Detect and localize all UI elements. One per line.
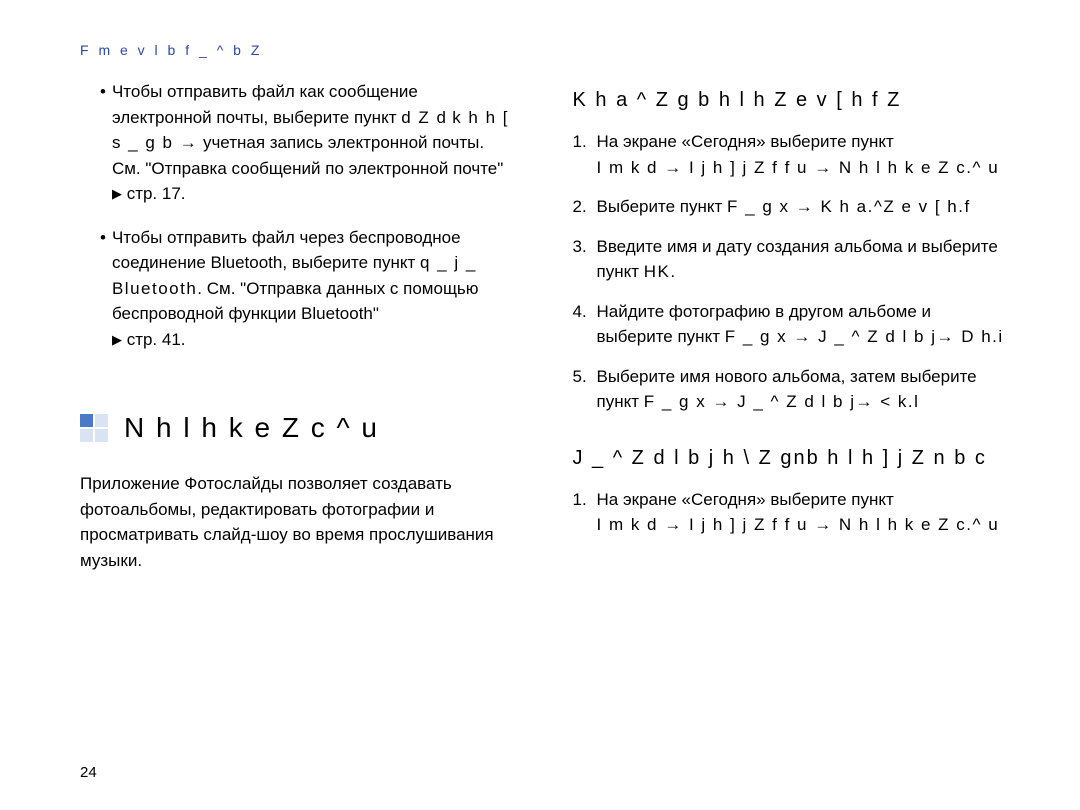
page-number: 24 — [80, 762, 97, 785]
b-step-1: 1. На экране «Сегодня» выберите пункт I … — [573, 487, 1011, 538]
code-text: I m k d → I j h ] j Z f f u → N h l h k … — [597, 158, 1000, 177]
triangle-icon: ▶ — [112, 184, 122, 204]
step-number: 1. — [573, 487, 597, 538]
content-columns: • Чтобы отправить файл как сообщение эле… — [80, 79, 1010, 581]
code-text: HK. — [644, 262, 677, 281]
step-number: 3. — [573, 234, 597, 285]
text: Чтобы отправить файл через беспроводное … — [112, 228, 461, 273]
text: На экране «Сегодня» выберите пункт — [597, 132, 894, 151]
page-ref: стр. 41. — [127, 330, 186, 349]
bullet-bluetooth-text: Чтобы отправить файл через беспроводное … — [112, 225, 518, 353]
step-text: Выберите имя нового альбома, затем выбер… — [597, 364, 1011, 415]
code-text: F _ g x → J _ ^ Z d l b j→ < k.l — [644, 392, 920, 411]
step-3: 3. Введите имя и дату создания альбома и… — [573, 234, 1011, 285]
left-column: • Чтобы отправить файл как сообщение эле… — [80, 79, 518, 581]
bullet-icon: • — [100, 225, 106, 353]
code-text: F _ g x → K h a.^Z e v [ h.f — [727, 197, 971, 216]
code-text: I m k d → I j h ] j Z f f u → N h l h k … — [597, 515, 1000, 534]
triangle-icon: ▶ — [112, 330, 122, 350]
code-text: d Z d — [401, 108, 447, 127]
right-column: K h a ^ Z g b h l h Z e v [ h f Z 1. На … — [573, 79, 1011, 581]
step-text: Введите имя и дату создания альбома и вы… — [597, 234, 1011, 285]
step-number: 4. — [573, 299, 597, 350]
section-header: N h l h k e Z c ^ u — [80, 407, 518, 449]
bullet-email-text: Чтобы отправить файл как сообщение элект… — [112, 79, 518, 207]
step-1: 1. На экране «Сегодня» выберите пункт I … — [573, 129, 1011, 180]
step-4: 4. Найдите фотографию в другом альбоме и… — [573, 299, 1011, 350]
subheading-create: K h a ^ Z g b h l h Z e v [ h f Z — [573, 85, 1011, 115]
grid-icon — [80, 414, 108, 442]
step-number: 2. — [573, 194, 597, 220]
step-text: Найдите фотографию в другом альбоме и вы… — [597, 299, 1011, 350]
bullet-email: • Чтобы отправить файл как сообщение эле… — [80, 79, 518, 207]
page-header: F m e v l b f _ ^ b Z — [80, 40, 1010, 61]
code-text: F _ g x → J _ ^ Z d l b j→ D h.i — [725, 327, 1004, 346]
step-number: 5. — [573, 364, 597, 415]
text: На экране «Сегодня» выберите пункт — [597, 490, 894, 509]
text: Чтобы отправить файл как сообщение элект… — [112, 82, 418, 127]
section-title: N h l h k e Z c ^ u — [124, 407, 379, 449]
bullet-icon: • — [100, 79, 106, 207]
step-5: 5. Выберите имя нового альбома, затем вы… — [573, 364, 1011, 415]
page-ref: стр. 17. — [127, 184, 186, 203]
step-text: Выберите пункт F _ g x → K h a.^Z e v [ … — [597, 194, 1011, 220]
step-number: 1. — [573, 129, 597, 180]
step-2: 2. Выберите пункт F _ g x → K h a.^Z e v… — [573, 194, 1011, 220]
subheading-edit: J _ ^ Z d l b j h \ Z gnb h l h ] j Z n … — [573, 443, 1011, 473]
bullet-bluetooth: • Чтобы отправить файл через беспроводно… — [80, 225, 518, 353]
step-text: На экране «Сегодня» выберите пункт I m k… — [597, 129, 1011, 180]
step-text: На экране «Сегодня» выберите пункт I m k… — [597, 487, 1011, 538]
section-intro: Приложение Фотослайды позволяет создават… — [80, 471, 518, 573]
text: Выберите пункт — [597, 197, 723, 216]
